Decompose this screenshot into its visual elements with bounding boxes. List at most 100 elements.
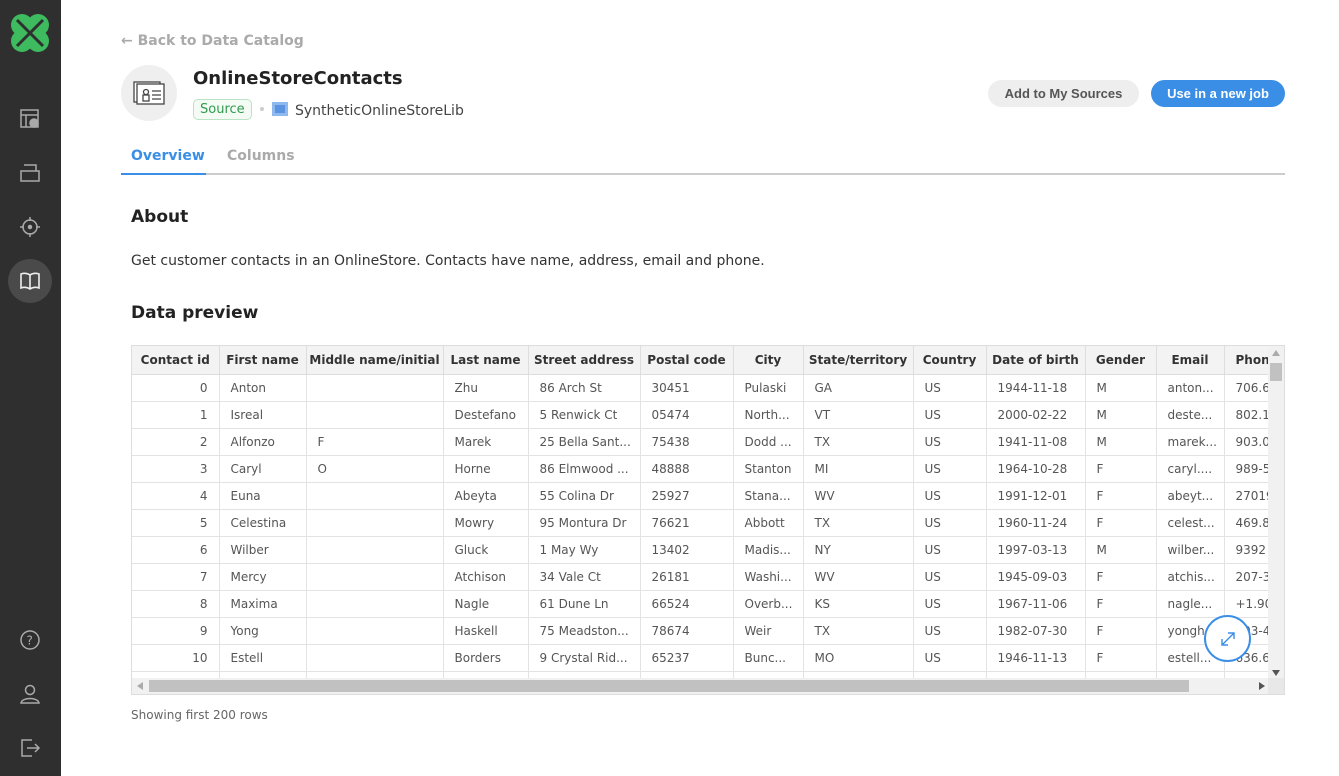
catalog-book-icon[interactable] [8,259,52,303]
table-cell: 5 Renwick Ct [528,401,641,429]
column-header[interactable]: First name [219,346,307,375]
table-cell: Pulaski [733,374,804,402]
logout-icon[interactable] [8,726,52,770]
jobs-icon[interactable] [8,97,52,141]
table-cell: Euna [219,482,307,510]
table-cell: Wilber [219,536,307,564]
table-cell: anton... [1156,374,1225,402]
table-cell: 76621 [640,509,734,537]
table-cell: Washi... [733,563,804,591]
table-row: 3 Caryl O Horne 86 Elmwood ... 48888 Stanton MI… [132,455,1284,483]
table-cell: F [1085,482,1157,510]
table-cell: 5 [132,509,220,537]
table-cell [306,563,444,591]
column-header[interactable]: State/territory [803,346,914,375]
table-cell: US [913,428,987,456]
table-cell: 1982-07-30 [986,617,1086,645]
column-header[interactable]: Postal code [640,346,734,375]
table-cell: US [913,590,987,618]
table-cell: 4 [132,482,220,510]
table-row: 2 Alfonzo F Marek 25 Bella Sant... 75438 Dodd … [132,428,1284,456]
table-cell: VT [803,401,914,429]
horizontal-scrollbar[interactable] [132,678,1270,694]
table-cell: 26181 [640,563,734,591]
table-cell: Abeyta [443,482,529,510]
table-cell: Gluck [443,536,529,564]
column-header[interactable]: Country [913,346,987,375]
table-cell: US [913,617,987,645]
column-header[interactable]: Gender [1085,346,1157,375]
tab-overview[interactable]: Overview [131,148,205,164]
table-cell [306,482,444,510]
active-tab-indicator [121,173,206,175]
table-cell: M [1085,428,1157,456]
column-header[interactable]: Contact id [132,346,220,375]
help-icon[interactable]: ? [8,618,52,662]
table-cell: North... [733,401,804,429]
table-cell: MI [803,455,914,483]
use-in-new-job-button[interactable]: Use in a new job [1151,80,1285,107]
column-header[interactable]: Date of birth [986,346,1086,375]
table-cell: US [913,644,987,672]
table-cell: Marek [443,428,529,456]
table-cell: 55 Colina Dr [528,482,641,510]
source-contacts-icon [121,65,177,121]
table-cell: 25927 [640,482,734,510]
table-cell: Maxima [219,590,307,618]
target-icon[interactable] [8,205,52,249]
table-cell: Mowry [443,509,529,537]
library-link[interactable]: SyntheticOnlineStoreLib [272,102,464,120]
table-cell: US [913,509,987,537]
table-cell [306,536,444,564]
column-header[interactable]: City [733,346,804,375]
table-cell: Celestina [219,509,307,537]
user-icon[interactable] [8,672,52,716]
table-cell: F [1085,617,1157,645]
table-cell: 66524 [640,590,734,618]
table-cell: 1 [132,401,220,429]
table-cell: 1944-11-18 [986,374,1086,402]
sidebar: ? [0,0,61,776]
table-cell: caryl.... [1156,455,1225,483]
table-cell: Zhu [443,374,529,402]
table-cell: US [913,536,987,564]
table-cell: 1967-11-06 [986,590,1086,618]
table-cell: 13402 [640,536,734,564]
table-cell [306,509,444,537]
folder-icon[interactable] [8,151,52,195]
table-cell: TX [803,617,914,645]
back-to-catalog-link[interactable]: ← Back to Data Catalog [121,33,304,49]
column-header[interactable]: Last name [443,346,529,375]
table-cell: 9 Crystal Rid... [528,644,641,672]
table-row: 8 Maxima Nagle 61 Dune Ln 66524 Overb... KS US 1… [132,590,1284,618]
table-cell [306,590,444,618]
table-cell: 3 [132,455,220,483]
logo-icon[interactable] [9,12,51,58]
table-cell: TX [803,428,914,456]
column-header[interactable]: Middle name/initial [306,346,444,375]
table-row: 0 Anton Zhu 86 Arch St 30451 Pulaski GA US 1944-… [132,374,1284,402]
expand-table-button[interactable] [1204,615,1251,662]
column-header[interactable]: Street address [528,346,641,375]
table-cell: 61 Dune Ln [528,590,641,618]
add-to-my-sources-button[interactable]: Add to My Sources [988,80,1139,107]
table-cell: O [306,455,444,483]
table-cell: 8 [132,590,220,618]
table-cell: celest... [1156,509,1225,537]
table-cell: atchis... [1156,563,1225,591]
table-cell: WV [803,482,914,510]
tab-columns[interactable]: Columns [227,148,295,164]
table-cell [306,401,444,429]
svg-text:?: ? [27,634,33,648]
column-header[interactable]: Email [1156,346,1225,375]
table-cell: Dodd ... [733,428,804,456]
separator-dot [260,107,264,111]
table-cell: Nagle [443,590,529,618]
table-cell: US [913,482,987,510]
table-cell: Anton [219,374,307,402]
vertical-scrollbar[interactable] [1268,346,1284,680]
table-cell: 95 Montura Dr [528,509,641,537]
table-cell: 75438 [640,428,734,456]
table-cell: 10 [132,644,220,672]
table-cell: Haskell [443,617,529,645]
